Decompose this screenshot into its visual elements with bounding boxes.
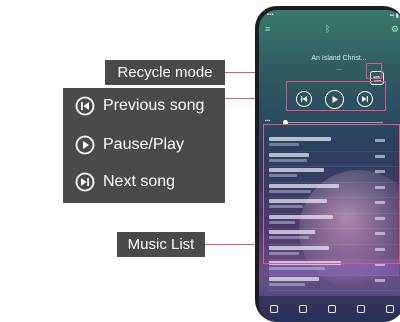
status-bar: ▪▪▪ ▪▪ ▮ bbox=[267, 12, 399, 22]
now-playing-title: An Island Christ... bbox=[311, 55, 367, 62]
bottom-nav bbox=[259, 296, 400, 322]
playback-controls-legend: Previous song Pause/Play Next song bbox=[63, 88, 225, 203]
music-list-label: Music List bbox=[117, 232, 205, 257]
progress-track bbox=[283, 122, 383, 123]
song-duration bbox=[375, 278, 385, 282]
next-icon bbox=[75, 172, 95, 192]
next-song-label: Next song bbox=[103, 173, 176, 190]
list-item[interactable] bbox=[269, 276, 399, 291]
settings-icon[interactable]: ⚙ bbox=[391, 24, 399, 35]
recycle-mode-label: Recycle mode bbox=[105, 60, 225, 85]
nav-music-icon[interactable] bbox=[269, 305, 278, 313]
song-artist bbox=[269, 282, 305, 286]
status-time: ▪▪▪ bbox=[267, 12, 274, 18]
nav-schedule-icon[interactable] bbox=[386, 305, 395, 313]
player-top-bar: ≡ ᛒ ⚙ bbox=[265, 24, 399, 38]
play-icon bbox=[75, 135, 95, 155]
bluetooth-icon: ᛒ bbox=[325, 24, 331, 34]
previous-song-row: Previous song bbox=[75, 96, 204, 116]
music-list-highlight bbox=[263, 124, 400, 264]
status-icons: ▪▪ ▮ bbox=[389, 13, 399, 19]
pause-play-label: Pause/Play bbox=[103, 136, 184, 153]
previous-song-label: Previous song bbox=[103, 97, 205, 114]
menu-icon[interactable]: ≡ bbox=[265, 24, 270, 34]
pause-play-row: Pause/Play bbox=[75, 135, 184, 155]
song-artist bbox=[269, 267, 325, 270]
previous-icon bbox=[75, 96, 95, 116]
recycle-highlight bbox=[366, 63, 382, 79]
nav-mix-icon[interactable] bbox=[357, 305, 366, 313]
next-song-row: Next song bbox=[75, 172, 175, 192]
song-title bbox=[269, 276, 319, 281]
nav-radio-icon[interactable] bbox=[298, 305, 307, 313]
nav-player-icon[interactable] bbox=[327, 305, 336, 313]
controls-highlight bbox=[286, 81, 386, 111]
